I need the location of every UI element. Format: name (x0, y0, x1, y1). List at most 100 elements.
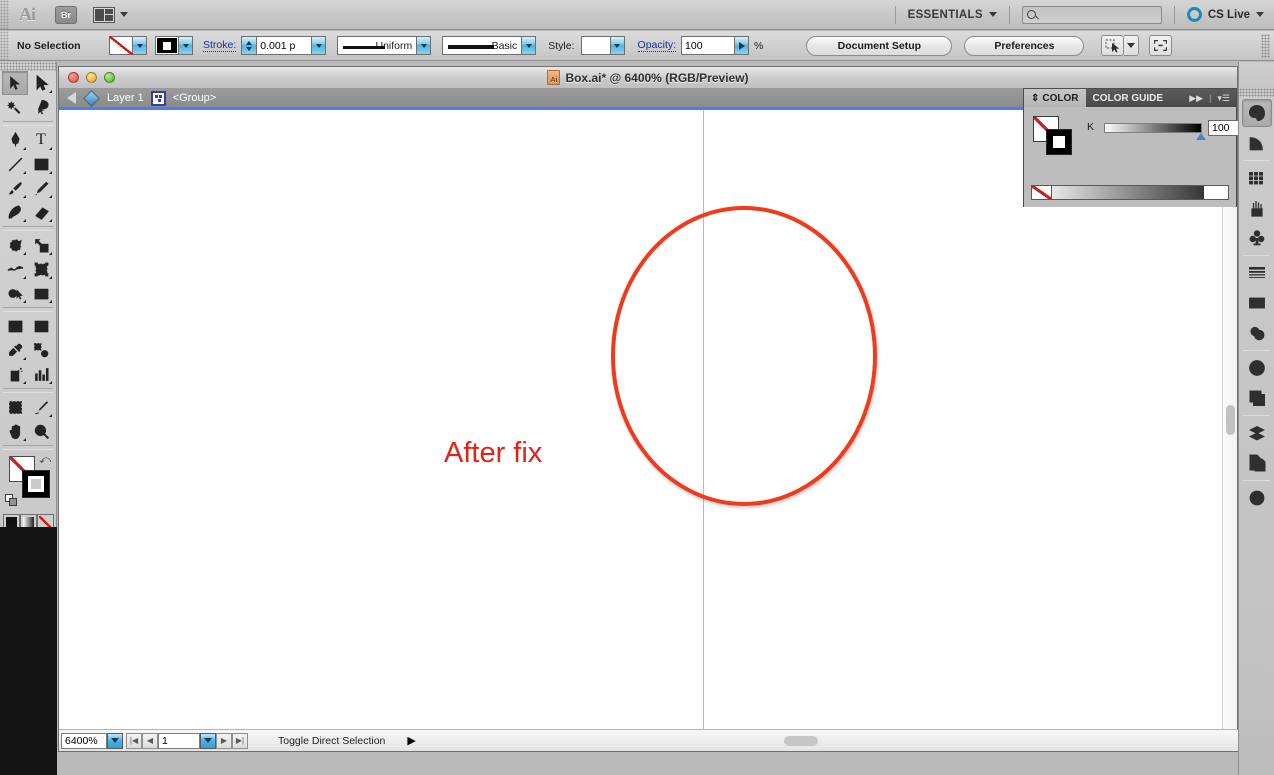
align-to-selection-button[interactable] (1149, 35, 1173, 56)
zoom-tool[interactable] (28, 419, 54, 443)
type-tool[interactable]: T (28, 128, 54, 152)
graphic-styles-panel-icon[interactable] (1242, 384, 1272, 412)
blob-brush-tool[interactable] (2, 200, 28, 224)
collapse-to-icons-icon[interactable]: ▶▶ (1189, 93, 1203, 104)
layers-panel-icon[interactable] (1242, 419, 1272, 447)
color-spectrum-bar[interactable] (1031, 185, 1229, 200)
width-profile-field[interactable]: Uniform (337, 36, 418, 55)
panel-menu-icon[interactable]: ▾☰ (1217, 93, 1230, 104)
graphic-style-control[interactable] (580, 36, 625, 55)
k-channel-slider[interactable] (1104, 123, 1202, 133)
pen-tool[interactable] (2, 128, 28, 152)
document-title-bar[interactable]: Ai Box.ai* @ 6400% (RGB/Preview) (59, 67, 1237, 89)
swap-fill-stroke-icon[interactable]: ⤺ (39, 454, 51, 467)
last-artboard-button[interactable]: ▶| (232, 732, 248, 749)
graphic-style-swatch[interactable] (580, 36, 611, 55)
cs-live-button[interactable]: CS Live (1186, 7, 1264, 22)
direct-selection-tool[interactable] (28, 71, 54, 95)
opacity-control[interactable]: 100 (681, 36, 750, 55)
stroke-weight-dropdown-button[interactable] (312, 36, 327, 55)
width-profile-control[interactable]: Uniform (337, 36, 432, 55)
group-name[interactable]: <Group> (173, 92, 216, 104)
column-graph-tool[interactable] (28, 362, 54, 386)
zoom-level-dropdown-button[interactable] (107, 732, 123, 749)
stroke-weight-stepper[interactable] (241, 36, 257, 55)
controlbar-right-grip[interactable] (1261, 33, 1270, 58)
magic-wand-tool[interactable] (2, 95, 28, 119)
color-panel-stroke-swatch[interactable] (1046, 129, 1072, 155)
rotate-tool[interactable] (2, 233, 28, 257)
first-artboard-button[interactable]: |◀ (126, 732, 142, 749)
color-panel-icon[interactable] (1241, 99, 1272, 127)
perspective-grid-tool[interactable] (28, 281, 54, 305)
vertical-scrollbar-thumb[interactable] (1226, 405, 1235, 435)
next-artboard-button[interactable]: ▶ (216, 732, 232, 749)
brushes-panel-icon[interactable] (1242, 194, 1272, 222)
brush-definition-field[interactable]: Basic (442, 36, 523, 55)
transparency-panel-icon[interactable] (1242, 319, 1272, 347)
workspace-switcher[interactable]: ESSENTIALS (908, 9, 997, 21)
graphic-style-dropdown-button[interactable] (610, 36, 625, 55)
gradient-tool[interactable] (28, 314, 54, 338)
fill-color-control[interactable] (109, 36, 147, 55)
shape-builder-tool[interactable] (2, 281, 28, 305)
dock-grip[interactable] (1239, 88, 1274, 97)
gradient-panel-icon[interactable] (1242, 289, 1272, 317)
previous-artboard-button[interactable]: ◀ (142, 732, 158, 749)
symbols-panel-icon[interactable] (1242, 224, 1272, 252)
controlbar-grip[interactable] (0, 30, 9, 61)
symbol-sprayer-tool[interactable] (2, 362, 28, 386)
stroke-weight-label[interactable]: Stroke: (203, 39, 237, 52)
preferences-button[interactable]: Preferences (964, 35, 1085, 56)
document-info-panel-icon[interactable] (1242, 484, 1272, 512)
line-segment-tool[interactable] (2, 152, 28, 176)
artboard-tool[interactable] (2, 395, 28, 419)
eraser-tool[interactable] (28, 200, 54, 224)
swatches-panel-icon[interactable] (1242, 164, 1272, 192)
layer-name[interactable]: Layer 1 (107, 92, 144, 104)
stroke-color-control[interactable] (155, 36, 193, 55)
scale-tool[interactable] (28, 233, 54, 257)
document-setup-button[interactable]: Document Setup (806, 35, 953, 56)
eyedropper-tool[interactable] (2, 338, 28, 362)
mesh-tool[interactable] (2, 314, 28, 338)
stroke-swatch[interactable] (155, 36, 179, 55)
artboard-number-field[interactable]: 1 (158, 732, 200, 749)
appearance-panel-icon[interactable] (1242, 354, 1272, 382)
fill-swatch[interactable] (109, 36, 133, 55)
after-fix-text-artwork[interactable]: After fix (444, 437, 542, 470)
paintbrush-tool[interactable] (2, 176, 28, 200)
brush-definition-control[interactable]: Basic (442, 36, 537, 55)
select-similar-objects-button[interactable] (1101, 35, 1125, 56)
opacity-dropdown-button[interactable] (735, 36, 750, 55)
red-ellipse-artwork[interactable] (611, 206, 877, 506)
k-channel-slider-thumb[interactable] (1196, 133, 1206, 140)
arrange-documents-button[interactable] (93, 6, 128, 23)
navigate-back-arrow-icon[interactable] (67, 92, 76, 104)
stroke-weight-field[interactable]: 0.001 p (256, 36, 313, 55)
artboards-panel-icon[interactable] (1242, 449, 1272, 477)
tools-panel-grip[interactable] (0, 62, 57, 71)
width-tool[interactable] (2, 257, 28, 281)
select-similar-dropdown-button[interactable] (1124, 35, 1140, 56)
k-channel-field[interactable]: 100 (1208, 120, 1239, 136)
appbar-grip[interactable] (0, 0, 9, 30)
status-menu-arrow-icon[interactable]: ▶ (407, 734, 415, 747)
selection-tool[interactable] (2, 71, 28, 95)
white-swatch[interactable] (1204, 186, 1228, 199)
stroke-color-swatch[interactable] (22, 470, 50, 498)
go-to-bridge-button[interactable]: Br (55, 5, 77, 24)
horizontal-scrollbar-thumb[interactable] (784, 736, 818, 746)
lasso-tool[interactable] (28, 95, 54, 119)
color-guide-panel-icon[interactable] (1242, 129, 1272, 157)
blend-tool[interactable] (28, 338, 54, 362)
fill-dropdown-button[interactable] (133, 36, 147, 55)
tab-color[interactable]: ⇕ COLOR (1024, 89, 1086, 107)
select-similar-control[interactable] (1101, 35, 1140, 56)
stroke-dropdown-button[interactable] (179, 36, 193, 55)
default-fill-stroke-icon[interactable] (5, 494, 18, 507)
hand-tool[interactable] (2, 419, 28, 443)
pencil-tool[interactable] (28, 176, 54, 200)
rectangle-tool[interactable] (28, 152, 54, 176)
stroke-panel-icon[interactable] (1242, 259, 1272, 287)
